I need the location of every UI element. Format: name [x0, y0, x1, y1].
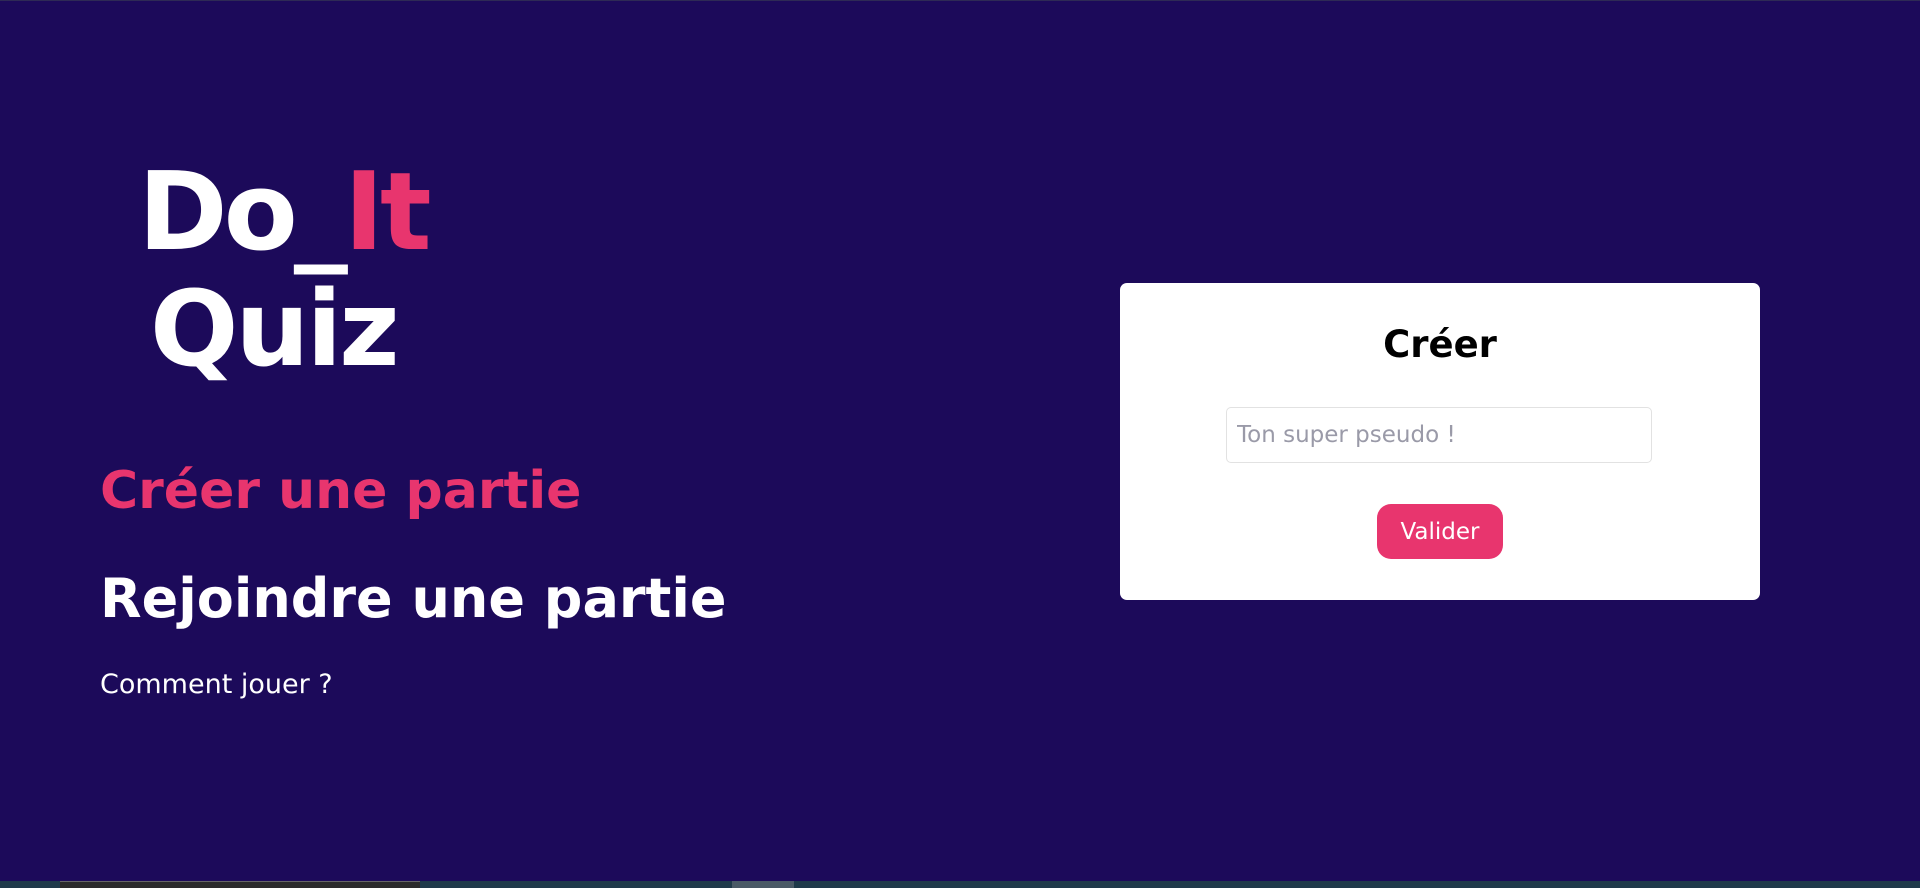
join-game-link[interactable]: Rejoindre une partie: [100, 567, 726, 630]
logo-line2: Quiz: [150, 268, 400, 390]
logo-line1: Do_It: [138, 159, 432, 267]
validate-button[interactable]: Valider: [1377, 504, 1503, 559]
logo-prefix: Do_: [138, 150, 348, 275]
taskbar-item[interactable]: [732, 881, 794, 888]
logo: Do_It Quiz: [138, 159, 438, 399]
how-to-play-link[interactable]: Comment jouer ?: [100, 669, 333, 700]
page: Do_It Quiz Créer une partie Rejoindre un…: [0, 0, 1920, 888]
logo-accent: It: [343, 150, 432, 275]
create-game-link[interactable]: Créer une partie: [100, 461, 581, 521]
card-title: Créer: [1383, 323, 1497, 366]
taskbar-strip: [0, 881, 1920, 888]
pseudo-input[interactable]: [1226, 407, 1652, 463]
taskbar-item[interactable]: [60, 881, 420, 888]
create-card: Créer Valider: [1120, 283, 1760, 600]
